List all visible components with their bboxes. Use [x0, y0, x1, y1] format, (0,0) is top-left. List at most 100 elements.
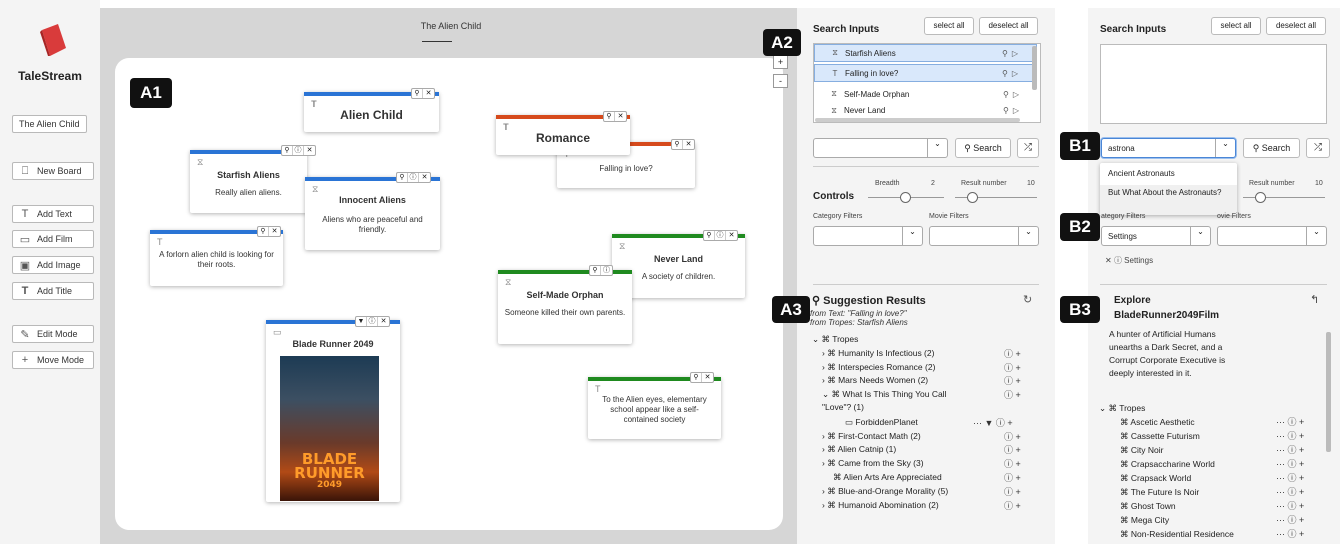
close-icon[interactable]: ✕ — [304, 146, 315, 155]
info-add-icons[interactable]: ⓘ + — [1004, 443, 1021, 456]
list-item[interactable]: ⧖ Starfish Aliens ⚲▷ — [814, 44, 1037, 62]
tree-item[interactable]: › ⌘ Came from the Sky (3) — [822, 458, 924, 469]
new-board-button[interactable]: ⎕ New Board — [12, 162, 94, 180]
result-slider-thumb[interactable] — [967, 192, 978, 203]
zoom-in-button[interactable]: + — [773, 55, 788, 69]
chevron-down-icon[interactable]: ⌄ — [1306, 227, 1326, 245]
tree-item[interactable]: ⌘ The Future Is Noir — [1120, 487, 1199, 498]
close-icon[interactable]: ✕ — [1105, 256, 1114, 265]
filter-chip[interactable]: ✕ ⓘ Settings — [1105, 255, 1153, 266]
tree-root-tropes[interactable]: ⌄ ⌘ Tropes — [812, 334, 858, 345]
list-item[interactable]: ⧖ Never Land ⚲▷ — [814, 106, 1037, 116]
search-icon[interactable]: ⚲ — [691, 373, 702, 382]
breadth-slider-thumb[interactable] — [900, 192, 911, 203]
tree-item[interactable]: ⌘ Ghost Town — [1120, 501, 1176, 512]
shuffle-button[interactable]: ⤮ — [1017, 138, 1039, 158]
card-innocent-aliens[interactable]: ⧖ Innocent Aliens Aliens who are peacefu… — [305, 177, 440, 250]
movie-filter-select[interactable]: ⌄ — [1217, 226, 1327, 246]
card-toolbar[interactable]: ⚲ ✕ — [690, 372, 714, 383]
search-icon[interactable]: ⚲ — [704, 231, 715, 240]
zoom-out-button[interactable]: - — [773, 74, 788, 88]
chevron-down-icon[interactable]: ⌄ — [927, 139, 947, 157]
info-add-icons[interactable]: ⓘ + — [1004, 499, 1021, 512]
info-add-icons[interactable]: ⓘ + — [1004, 471, 1021, 484]
tree-root-tropes[interactable]: ⌄ ⌘ Tropes — [1099, 403, 1145, 414]
tree-item[interactable]: › ⌘ Blue-and-Orange Morality (5) — [822, 486, 948, 497]
refresh-icon[interactable]: ↻ — [1023, 293, 1032, 306]
more-info-add-icons[interactable]: ··· ⓘ + — [1276, 457, 1304, 470]
card-toolbar[interactable]: ⚲ ⓘ ✕ — [281, 145, 316, 156]
search-play-icons[interactable]: ⚲▷ — [1003, 106, 1037, 115]
info-add-icons[interactable]: ⓘ + — [1004, 457, 1021, 470]
card-self-made-orphan[interactable]: ⧖ Self-Made Orphan Someone killed their … — [498, 270, 632, 344]
card-toolbar[interactable]: ⚲ ✕ — [411, 88, 435, 99]
card-elementary-school[interactable]: T To the Alien eyes, elementary school a… — [588, 377, 721, 439]
more-info-add-icons[interactable]: ··· ⓘ + — [1276, 429, 1304, 442]
info-add-icons[interactable]: ⓘ + — [1004, 374, 1021, 387]
info-add-icons[interactable]: ⓘ + — [1004, 347, 1021, 360]
filter-icon[interactable]: ▼ — [356, 317, 367, 326]
info-add-icons[interactable]: ⓘ + — [1004, 485, 1021, 498]
edit-mode-button[interactable]: ✎ Edit Mode — [12, 325, 94, 343]
search-icon[interactable]: ⚲ — [282, 146, 293, 155]
close-icon[interactable]: ✕ — [726, 231, 737, 240]
search-button[interactable]: ⚲ Search — [1243, 138, 1300, 158]
list-item[interactable]: ⧖ Self-Made Orphan ⚲▷ — [814, 85, 1037, 103]
tree-item[interactable]: ⌘ Crapsack World — [1120, 473, 1191, 484]
tree-film-item[interactable]: ▭ ForbiddenPlanet — [845, 417, 918, 428]
search-input[interactable]: astrona ⌄ — [1101, 138, 1236, 158]
more-info-add-icons[interactable]: ··· ⓘ + — [1276, 443, 1304, 456]
board-name-button[interactable]: The Alien Child — [12, 115, 87, 133]
close-icon[interactable]: ✕ — [269, 227, 280, 236]
card-toolbar[interactable]: ⚲ ✕ — [257, 226, 281, 237]
card-starfish-aliens[interactable]: ⧖ Starfish Aliens Really alien aliens. — [190, 150, 307, 213]
card-toolbar[interactable]: ⚲ ⓘ ✕ — [703, 230, 738, 241]
board-tab-title[interactable]: The Alien Child — [100, 21, 802, 31]
card-toolbar[interactable]: ⚲ ✕ — [671, 139, 695, 150]
info-icon[interactable]: ⓘ — [601, 266, 612, 275]
search-play-icons[interactable]: ⚲▷ — [1002, 69, 1036, 78]
shuffle-button[interactable]: ⤮ — [1306, 138, 1330, 158]
card-toolbar[interactable]: ⚲ ✕ — [603, 111, 627, 122]
back-arrow-icon[interactable]: ↰ — [1310, 293, 1319, 306]
tree-item[interactable]: › ⌘ Humanity Is Infectious (2) — [822, 348, 934, 359]
card-toolbar[interactable]: ▼ ⓘ ✕ — [355, 316, 390, 327]
info-add-icons[interactable]: ⓘ + — [1004, 361, 1021, 374]
chevron-down-icon[interactable]: ⌄ — [1215, 139, 1235, 157]
tree-item[interactable]: › ⌘ First-Contact Math (2) — [822, 431, 921, 442]
search-button[interactable]: ⚲ Search — [955, 138, 1011, 158]
chevron-down-icon[interactable]: ⌄ — [1190, 227, 1210, 245]
deselect-all-button[interactable]: deselect all — [979, 17, 1038, 35]
search-icon[interactable]: ⚲ — [412, 89, 423, 98]
search-select[interactable]: ⌄ — [813, 138, 948, 158]
info-icon[interactable]: ⓘ — [408, 173, 419, 182]
tree-item[interactable]: › ⌘ Humanoid Abomination (2) — [822, 500, 939, 511]
info-icon[interactable]: ⓘ — [293, 146, 304, 155]
tree-item[interactable]: ⌘ Ascetic Aesthetic — [1120, 417, 1195, 428]
list-item[interactable]: T Falling in love? ⚲▷ — [814, 64, 1037, 82]
tree-item[interactable]: ⌘ Cassette Futurism — [1120, 431, 1200, 442]
dropdown-option[interactable]: Ancient Astronauts — [1108, 169, 1175, 178]
horizontal-scrollbar[interactable] — [815, 118, 1020, 122]
more-info-add-icons[interactable]: ··· ⓘ + — [1276, 499, 1304, 512]
vertical-scrollbar[interactable] — [1326, 332, 1331, 452]
close-icon[interactable]: ✕ — [683, 140, 694, 149]
tree-item[interactable]: ⌘ Non-Residential Residence — [1120, 529, 1234, 540]
card-toolbar[interactable]: ⚲ ⓘ — [589, 265, 613, 276]
add-film-button[interactable]: ▭ Add Film — [12, 230, 94, 248]
search-icon[interactable]: ⚲ — [672, 140, 683, 149]
deselect-all-button[interactable]: deselect all — [1266, 17, 1326, 35]
chevron-down-icon[interactable]: ⌄ — [1018, 227, 1038, 245]
more-filter-info-add-icons[interactable]: ··· ▼ ⓘ + — [973, 416, 1013, 429]
tree-item[interactable]: › ⌘ Alien Catnip (1) — [822, 444, 896, 455]
dropdown-option[interactable]: But What About the Astronauts? — [1108, 188, 1228, 198]
tree-item[interactable]: ⌄ ⌘ What Is This Thing You Call — [822, 389, 946, 400]
tree-item[interactable]: ⌘ Mega City — [1120, 515, 1169, 526]
search-inputs-list[interactable] — [1100, 44, 1327, 124]
info-add-icons[interactable]: ⓘ + — [1004, 388, 1021, 401]
card-blade-runner-2049[interactable]: ▭ Blade Runner 2049 BLADE RUNNER 2049 — [266, 320, 400, 502]
search-icon[interactable]: ⚲ — [258, 227, 269, 236]
card-forlorn-child[interactable]: T A forlorn alien child is looking for t… — [150, 230, 283, 286]
more-info-add-icons[interactable]: ··· ⓘ + — [1276, 513, 1304, 526]
tree-item[interactable]: ⌘ Crapsaccharine World — [1120, 459, 1215, 470]
